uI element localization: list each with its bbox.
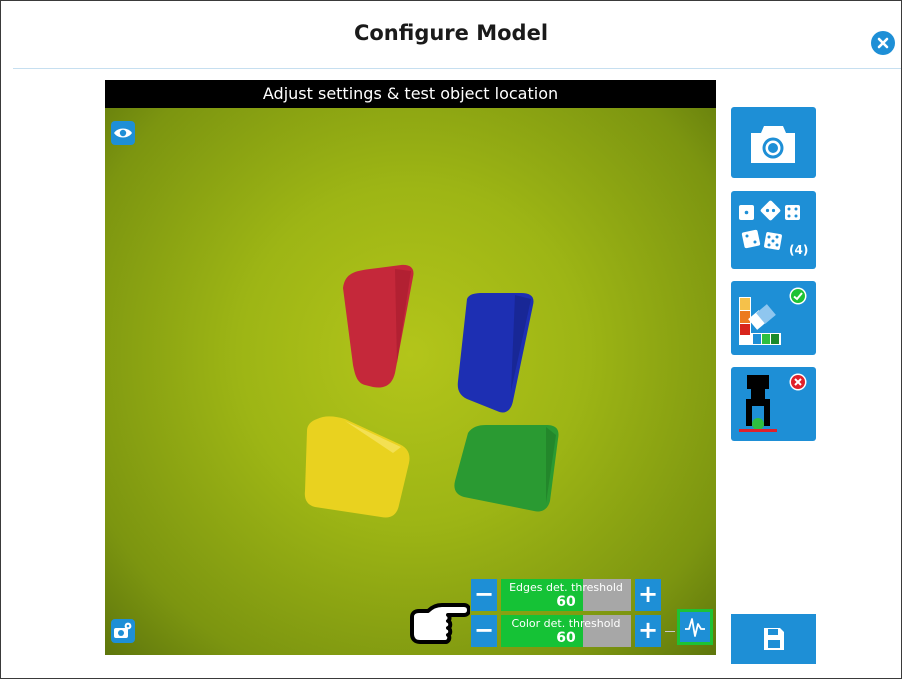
camera-icon [751,126,795,163]
edges-decrease-button[interactable]: − [471,579,497,611]
edges-threshold-value: 60 [556,594,576,610]
save-button[interactable] [731,614,816,664]
title-divider [13,68,901,69]
pointing-hand-icon [410,603,470,644]
close-icon [877,37,889,49]
color-threshold-slider[interactable]: Color det. threshold 60 [501,615,631,647]
camera-settings-button[interactable] [111,619,135,643]
eye-icon [114,128,132,138]
color-threshold-label: Color det. threshold [511,617,621,630]
blue-object [457,293,534,413]
dice-icon [739,200,800,250]
connector-line [665,631,675,632]
gripper-settings-button[interactable] [731,367,816,441]
error-icon [789,373,807,391]
red-object [343,264,414,388]
camera-preview[interactable]: Adjust settings & test object location [105,80,716,655]
capture-button[interactable] [731,107,816,178]
save-icon [764,628,784,650]
color-increase-button[interactable]: + [635,615,661,647]
configure-model-dialog: Configure Model Adjust settings & test o… [0,0,902,679]
view-toggle-button[interactable] [111,121,135,145]
close-button[interactable] [871,31,895,55]
waveform-toggle-button[interactable] [677,609,713,645]
yellow-object [304,416,410,518]
check-icon [789,287,807,305]
camera-image [105,108,716,655]
models-count: (4) [789,243,809,257]
camera-caption: Adjust settings & test object location [105,80,716,108]
edges-increase-button[interactable]: + [635,579,661,611]
models-button[interactable]: (4) [731,191,816,269]
color-threshold-value: 60 [556,630,576,646]
edges-threshold-label: Edges det. threshold [509,581,623,594]
green-object [454,425,559,512]
edges-threshold-slider[interactable]: Edges det. threshold 60 [501,579,631,611]
color-settings-button[interactable] [731,281,816,355]
color-decrease-button[interactable]: − [471,615,497,647]
camera-settings-icon [114,622,132,638]
dialog-title: Configure Model [353,21,549,45]
waveform-icon [685,618,705,637]
